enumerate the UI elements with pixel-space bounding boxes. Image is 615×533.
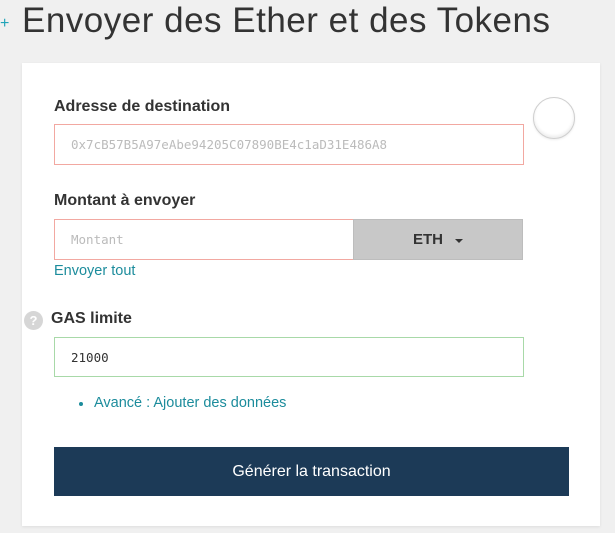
unit-selected-label: ETH bbox=[413, 231, 443, 248]
help-icon[interactable]: ? bbox=[24, 311, 43, 330]
unit-select-dropdown[interactable]: ETH bbox=[353, 219, 523, 260]
send-page: + Envoyer des Ether et des Tokens Adress… bbox=[0, 0, 615, 533]
amount-input[interactable]: Montant bbox=[54, 219, 354, 260]
send-all-link[interactable]: Envoyer tout bbox=[54, 263, 135, 279]
send-form-card: Adresse de destination 0x7cB57B5A97eAbe9… bbox=[22, 63, 600, 526]
destination-label: Adresse de destination bbox=[54, 98, 231, 115]
gas-limit-label: GAS limite bbox=[51, 310, 132, 327]
amount-label: Montant à envoyer bbox=[54, 192, 196, 209]
plus-icon: + bbox=[0, 15, 10, 32]
chevron-down-icon bbox=[455, 238, 463, 243]
page-title: Envoyer des Ether et des Tokens bbox=[22, 1, 551, 40]
gas-limit-input[interactable]: 21000 bbox=[54, 337, 524, 377]
bullet-icon bbox=[79, 402, 83, 406]
address-identicon-avatar bbox=[533, 97, 575, 139]
destination-address-input[interactable]: 0x7cB57B5A97eAbe94205C07890BE4c1aD31E486… bbox=[54, 124, 524, 165]
advanced-add-data-link[interactable]: Avancé : Ajouter des données bbox=[94, 395, 286, 411]
generate-transaction-button[interactable]: Générer la transaction bbox=[54, 447, 569, 496]
